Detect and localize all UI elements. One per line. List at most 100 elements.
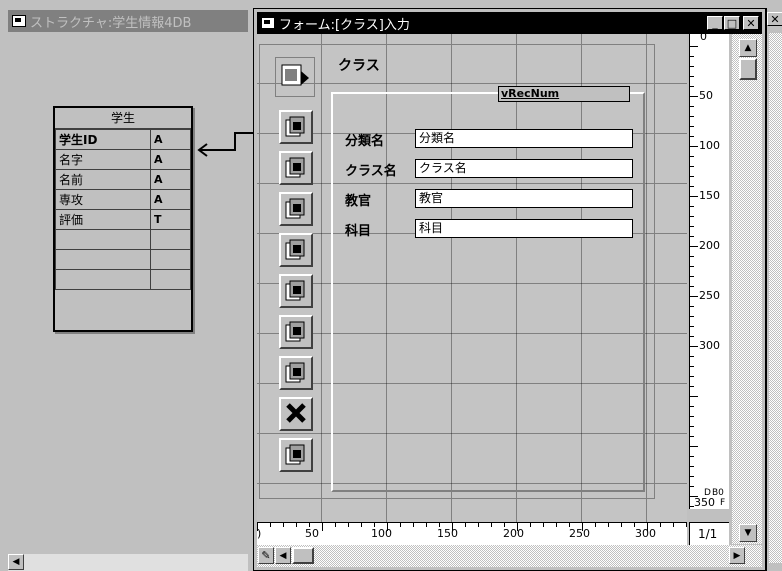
field-label[interactable]: 分類名 <box>345 130 384 149</box>
last-record-button[interactable] <box>279 233 313 267</box>
ruler-tick <box>690 296 698 297</box>
ruler-tick <box>690 46 698 47</box>
next-record-button[interactable] <box>279 192 313 226</box>
field-input[interactable]: 科目 <box>415 219 633 238</box>
delete-page-button[interactable] <box>279 315 313 349</box>
ruler-tick <box>348 523 349 527</box>
close-icon: ✕ <box>746 16 756 30</box>
horizontal-scroll-thumb[interactable] <box>292 547 314 564</box>
page-indicator-label: 1/1 <box>698 527 718 541</box>
window-control-menu-icon[interactable] <box>12 15 26 27</box>
ruler-tick <box>690 276 694 277</box>
arrow-left-icon: ◀ <box>279 550 287 561</box>
table-name-header[interactable]: 学生 <box>55 108 191 129</box>
field-row[interactable]: 評価 T <box>55 209 191 230</box>
ruler-tick <box>543 523 544 527</box>
background-scrollbar[interactable] <box>769 33 782 563</box>
first-record-button[interactable] <box>279 110 313 144</box>
form-vertical-scrollbar[interactable]: ▲ ▼ <box>732 34 762 544</box>
field-row[interactable] <box>55 229 191 250</box>
maximize-button[interactable]: □ <box>724 16 740 30</box>
background-close-button[interactable]: ✕ <box>767 12 782 26</box>
ruler-tick <box>690 56 694 57</box>
scroll-left-button[interactable]: ◀ <box>275 547 291 564</box>
relation-arrow[interactable] <box>193 130 255 160</box>
ruler-tick <box>283 523 284 527</box>
field-name: 名前 <box>55 169 151 190</box>
field-input[interactable]: クラス名 <box>415 159 633 178</box>
ruler-tick <box>335 523 336 527</box>
field-label[interactable]: 科目 <box>345 220 371 239</box>
cancel-button[interactable] <box>279 397 313 431</box>
pencil-tool-button[interactable]: ✎ <box>258 547 274 564</box>
scroll-down-button[interactable]: ▼ <box>739 524 757 542</box>
record-section <box>331 92 645 492</box>
page-icon-button[interactable] <box>275 57 315 97</box>
ruler-tick <box>426 523 427 527</box>
window-control-menu-icon[interactable] <box>261 17 275 29</box>
ruler-tick <box>686 523 687 527</box>
ruler-tick <box>556 523 557 527</box>
table-box[interactable]: 学生 学生ID A 名字 A 名前 A 専攻 A 評価 T <box>53 106 193 332</box>
ruler-tick <box>690 456 694 457</box>
field-row[interactable] <box>55 269 191 290</box>
vertical-ruler-label: 150 <box>699 189 720 202</box>
ruler-tick <box>465 523 466 527</box>
structure-window-titlebar[interactable]: ストラクチャ:学生情報4DB <box>8 10 248 32</box>
navigation-toolbar <box>273 52 321 498</box>
horizontal-ruler-label: 200 <box>503 527 524 540</box>
form-window-titlebar[interactable]: フォーム:[クラス]入力 _ □ ✕ <box>257 12 762 34</box>
ruler-tick <box>608 523 609 527</box>
ruler-tick <box>478 523 479 527</box>
form-design-canvas[interactable]: クラス vRecNum 分類名 分類名 クラス名 クラス名 教官 教官 科目 科目 <box>257 34 687 522</box>
field-type <box>150 249 191 270</box>
close-icon: ✕ <box>770 12 780 26</box>
save-button[interactable] <box>279 438 313 472</box>
horizontal-ruler-label: 250 <box>569 527 590 540</box>
rec-num-variable[interactable]: vRecNum <box>498 86 630 102</box>
horizontal-ruler-label: 300 <box>635 527 656 540</box>
stack-button[interactable] <box>279 274 313 308</box>
ruler-tick <box>690 246 698 247</box>
ruler-tick <box>690 326 694 327</box>
horizontal-ruler-label: 50 <box>305 527 319 540</box>
field-row[interactable]: 学生ID A <box>55 129 191 150</box>
rec-num-label: vRecNum <box>501 87 560 100</box>
add-page-button[interactable] <box>279 356 313 390</box>
field-name: 専攻 <box>55 189 151 210</box>
structure-horizontal-scrollbar[interactable]: ◀ <box>8 554 248 571</box>
next-record-icon <box>284 196 308 223</box>
field-name <box>55 269 151 290</box>
field-name: 学生ID <box>55 129 151 150</box>
horizontal-ruler: ) 50 100 150 200 250 300 <box>257 522 687 545</box>
field-name: 名字 <box>55 149 151 170</box>
scroll-left-button[interactable]: ◀ <box>8 554 24 570</box>
close-button[interactable]: ✕ <box>743 16 759 30</box>
vertical-ruler-label: 50 <box>699 89 713 102</box>
field-label[interactable]: 教官 <box>345 190 371 209</box>
vertical-scroll-thumb[interactable] <box>739 58 757 80</box>
first-record-icon <box>284 114 308 141</box>
vertical-ruler-label: 300 <box>699 339 720 352</box>
scroll-right-button[interactable]: ▶ <box>729 547 745 564</box>
ruler-tick <box>257 523 258 531</box>
field-input[interactable]: 教官 <box>415 189 633 208</box>
ruler-tick <box>690 116 694 117</box>
field-row[interactable]: 名前 A <box>55 169 191 190</box>
field-row[interactable] <box>55 249 191 270</box>
previous-record-button[interactable] <box>279 151 313 185</box>
field-row[interactable]: 名字 A <box>55 149 191 170</box>
ruler-tick <box>690 346 698 347</box>
field-input[interactable]: 分類名 <box>415 129 633 148</box>
minimize-button[interactable]: _ <box>707 16 723 30</box>
header-label[interactable]: クラス <box>338 55 380 75</box>
ruler-corner-marker[interactable]: D B0 350 F <box>692 489 728 509</box>
ruler-tick <box>690 416 694 417</box>
scroll-up-button[interactable]: ▲ <box>739 39 757 57</box>
field-row[interactable]: 専攻 A <box>55 189 191 210</box>
ruler-tick <box>660 523 661 527</box>
ruler-tick <box>690 86 694 87</box>
field-label[interactable]: クラス名 <box>345 160 397 179</box>
ruler-tick <box>270 523 271 527</box>
ruler-tick <box>690 426 694 427</box>
